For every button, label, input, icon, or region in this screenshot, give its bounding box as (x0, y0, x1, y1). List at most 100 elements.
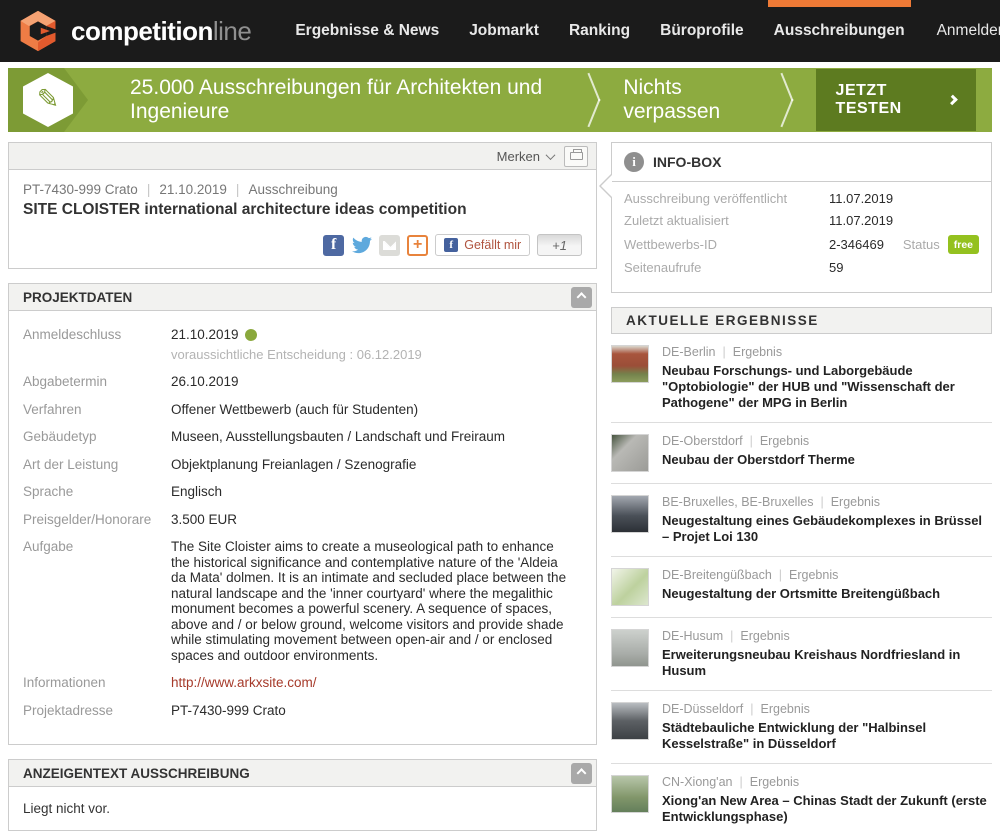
status-label: Status (903, 237, 940, 253)
result-title[interactable]: Städtebauliche Entwicklung der "Halbinse… (662, 720, 990, 752)
result-thumbnail (611, 775, 649, 813)
banner-text: 25.000 Ausschreibungen für Architekten u… (130, 76, 567, 124)
result-item[interactable]: CN-Xiong'an|ErgebnisXiong'an New Area – … (611, 764, 992, 833)
google-plusone-button[interactable]: +1 (537, 234, 582, 256)
result-meta: DE-Breitengüßbach|Ergebnis (662, 568, 940, 583)
info-box-rows: Ausschreibung veröffentlicht11.07.2019Zu… (612, 182, 991, 276)
projektdaten-row: SpracheEnglisch (23, 484, 582, 500)
row-value: PT-7430-999 Crato (171, 703, 286, 718)
add-share-icon[interactable]: + (407, 235, 428, 256)
projektdaten-row: Informationenhttp://www.arkxsite.com/ (23, 675, 582, 691)
result-tag: Ergebnis (750, 775, 799, 789)
projektdaten-row: ProjektadressePT-7430-999 Crato (23, 703, 582, 719)
projektdaten-row: GebäudetypMuseen, Ausstellungsbauten / L… (23, 429, 582, 445)
nav-item-jobmarkt[interactable]: Jobmarkt (469, 0, 539, 62)
breadcrumb: PT-7430-999 Crato|21.10.2019|Ausschreibu… (23, 182, 582, 197)
projektdaten-card: PROJEKTDATEN Anmeldeschluss21.10.2019vor… (8, 283, 597, 745)
row-label: Gebäudetyp (23, 429, 171, 445)
row-label: Projektadresse (23, 703, 171, 719)
row-value: The Site Cloister aims to create a museo… (171, 539, 569, 663)
nav-item-büroprofile[interactable]: Büroprofile (660, 0, 744, 62)
meta-separator: | (772, 568, 789, 582)
result-thumbnail (611, 495, 649, 533)
email-share-icon[interactable] (379, 235, 400, 256)
login-link[interactable]: Anmelden (937, 22, 1000, 40)
result-meta: DE-Düsseldorf|Ergebnis (662, 702, 990, 717)
info-label: Ausschreibung veröffentlicht (624, 191, 829, 207)
competitionline-logo[interactable]: competitionline (16, 9, 251, 53)
row-value-wrap: Museen, Ausstellungsbauten / Landschaft … (171, 429, 582, 445)
print-button[interactable] (564, 146, 588, 167)
info-row: Ausschreibung veröffentlicht11.07.2019 (624, 191, 979, 207)
result-body: DE-Düsseldorf|Ergebnis Städtebauliche Ent… (662, 702, 990, 752)
projektdaten-row: Preisgelder/Honorare3.500 EUR (23, 512, 582, 528)
collapse-button[interactable] (571, 763, 592, 784)
competition-header-card: Merken PT-7430-999 Crato|21.10.2019|Auss… (8, 142, 597, 269)
sketching-hand-icon: ✎ (23, 73, 73, 127)
info-link[interactable]: http://www.arkxsite.com/ (171, 675, 317, 690)
content-column: Merken PT-7430-999 Crato|21.10.2019|Auss… (8, 142, 597, 831)
merken-dropdown[interactable]: Merken (497, 149, 554, 164)
result-title[interactable]: Erweiterungsneubau Kreishaus Nordfriesla… (662, 647, 990, 679)
result-item[interactable]: DE-Düsseldorf|Ergebnis Städtebauliche Ent… (611, 691, 992, 764)
breadcrumb-separator: | (227, 182, 249, 197)
main-content: Merken PT-7430-999 Crato|21.10.2019|Auss… (0, 136, 1000, 833)
result-item[interactable]: DE-Breitengüßbach|Ergebnis Neugestaltung … (611, 557, 992, 618)
chevron-right-icon (947, 95, 958, 106)
row-value: Offener Wettbewerb (auch für Studenten) (171, 402, 418, 417)
meta-separator: | (732, 775, 749, 789)
nav-item-ergebnisse-news[interactable]: Ergebnisse & News (295, 0, 439, 62)
facebook-share-icon[interactable]: f (323, 235, 344, 256)
info-label: Wettbewerbs-ID (624, 237, 829, 253)
row-value-wrap: 21.10.2019voraussichtliche Entscheidung … (171, 327, 582, 362)
row-value-wrap: 3.500 EUR (171, 512, 582, 528)
row-value-wrap: Offener Wettbewerb (auch für Studenten) (171, 402, 582, 418)
deadline-status-dot (245, 329, 257, 341)
meta-separator: | (743, 434, 760, 448)
result-tag: Ergebnis (761, 702, 810, 716)
promo-banner[interactable]: ✎ 25.000 Ausschreibungen für Architekten… (8, 68, 992, 132)
printer-icon (570, 152, 583, 160)
chevron-separator-icon (587, 73, 603, 127)
info-value: 11.07.2019 (829, 213, 893, 229)
projektdaten-row: Art der LeistungObjektplanung Freianlage… (23, 457, 582, 473)
breadcrumb-item: 21.10.2019 (159, 182, 227, 197)
anzeigentext-body: Liegt nicht vor. (9, 787, 596, 830)
main-nav: Ergebnisse & News Jobmarkt Ranking Büroprof… (295, 0, 904, 62)
result-title[interactable]: Neubau Forschungs- und Laborgebäude "Opt… (662, 363, 990, 411)
info-value: 2-346469 (829, 237, 884, 253)
ergebnisse-header: AKTUELLE ERGEBNISSE (611, 307, 992, 334)
twitter-share-icon[interactable] (351, 235, 372, 256)
result-item[interactable]: DE-Oberstdorf|ErgebnisNeubau der Oberstd… (611, 423, 992, 484)
row-label: Art der Leistung (23, 457, 171, 473)
result-item[interactable]: DE-Berlin|Ergebnis Neubau Forschungs- und… (611, 334, 992, 423)
info-box-header: i INFO-BOX (612, 143, 991, 182)
status-badge: free (948, 235, 979, 254)
result-item[interactable]: DE-Husum|Ergebnis Erweiterungsneubau Krei… (611, 618, 992, 691)
row-value-wrap: 26.10.2019 (171, 374, 582, 390)
result-title[interactable]: Neubau der Oberstdorf Therme (662, 452, 855, 468)
chevron-up-icon (577, 768, 587, 778)
projektdaten-header: PROJEKTDATEN (9, 284, 596, 311)
result-item[interactable]: BE-Bruxelles, BE-Bruxelles|ErgebnisNeuge… (611, 484, 992, 557)
result-meta: DE-Berlin|Ergebnis (662, 345, 990, 360)
nav-item-ranking[interactable]: Ranking (569, 0, 630, 62)
result-title[interactable]: Neugestaltung der Ortsmitte Breitengüßba… (662, 586, 940, 602)
result-thumbnail (611, 702, 649, 740)
result-meta: DE-Husum|Ergebnis (662, 629, 990, 644)
nav-item-ausschreibungen[interactable]: Ausschreibungen (774, 0, 905, 62)
result-title[interactable]: Xiong'an New Area – Chinas Stadt der Zuk… (662, 793, 990, 825)
facebook-like-button[interactable]: f Gefällt mir (435, 234, 530, 256)
meta-separator: | (716, 345, 733, 359)
result-body: CN-Xiong'an|ErgebnisXiong'an New Area – … (662, 775, 990, 825)
meta-separator: | (813, 495, 830, 509)
row-value: Museen, Ausstellungsbauten / Landschaft … (171, 429, 505, 444)
result-location: DE-Oberstdorf (662, 434, 743, 448)
projektdaten-row: Abgabetermin26.10.2019 (23, 374, 582, 390)
row-value: 26.10.2019 (171, 374, 239, 389)
collapse-button[interactable] (571, 287, 592, 308)
result-body: BE-Bruxelles, BE-Bruxelles|ErgebnisNeuge… (662, 495, 990, 545)
meta-separator: | (723, 629, 740, 643)
jetzt-testen-button[interactable]: JETZT TESTEN (816, 69, 976, 131)
result-title[interactable]: Neugestaltung eines Gebäudekomplexes in … (662, 513, 990, 545)
